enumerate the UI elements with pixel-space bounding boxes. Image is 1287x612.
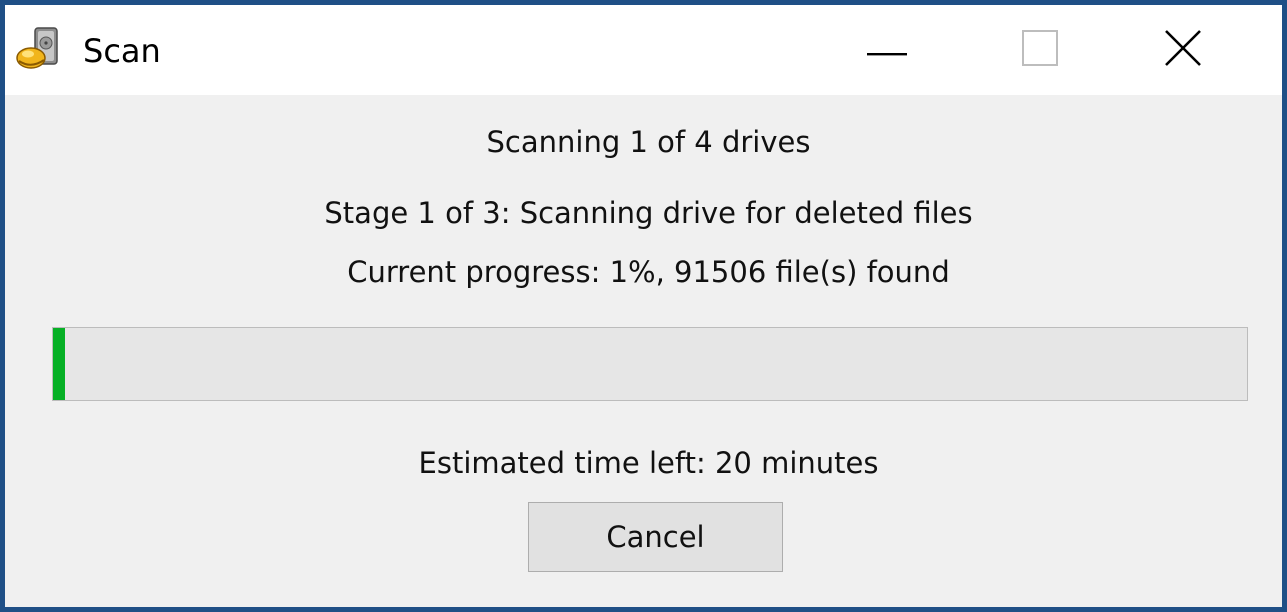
dialog-body: Scanning 1 of 4 drives Stage 1 of 3: Sca… xyxy=(5,95,1282,607)
title-bar[interactable]: Scan xyxy=(5,5,1282,95)
scan-dialog: Scan Scanning 1 of 4 drives Stage 1 of 3… xyxy=(3,3,1284,609)
cancel-button[interactable]: Cancel xyxy=(528,502,783,572)
maximize-button[interactable] xyxy=(980,5,1100,95)
scan-progress-bar xyxy=(52,327,1248,401)
maximize-icon xyxy=(1022,30,1058,70)
close-icon xyxy=(1164,29,1202,71)
scan-progress-fill xyxy=(53,328,65,400)
window-title: Scan xyxy=(83,32,161,70)
time-left-text: Estimated time left: 20 minutes xyxy=(418,446,879,480)
minimize-button[interactable] xyxy=(827,5,947,95)
drive-recovery-icon xyxy=(15,25,63,73)
drives-status-text: Scanning 1 of 4 drives xyxy=(486,125,811,159)
minimize-icon xyxy=(867,41,907,60)
close-button[interactable] xyxy=(1123,5,1243,95)
stage-status-text: Stage 1 of 3: Scanning drive for deleted… xyxy=(324,196,973,230)
progress-status-text: Current progress: 1%, 91506 file(s) foun… xyxy=(347,255,950,289)
